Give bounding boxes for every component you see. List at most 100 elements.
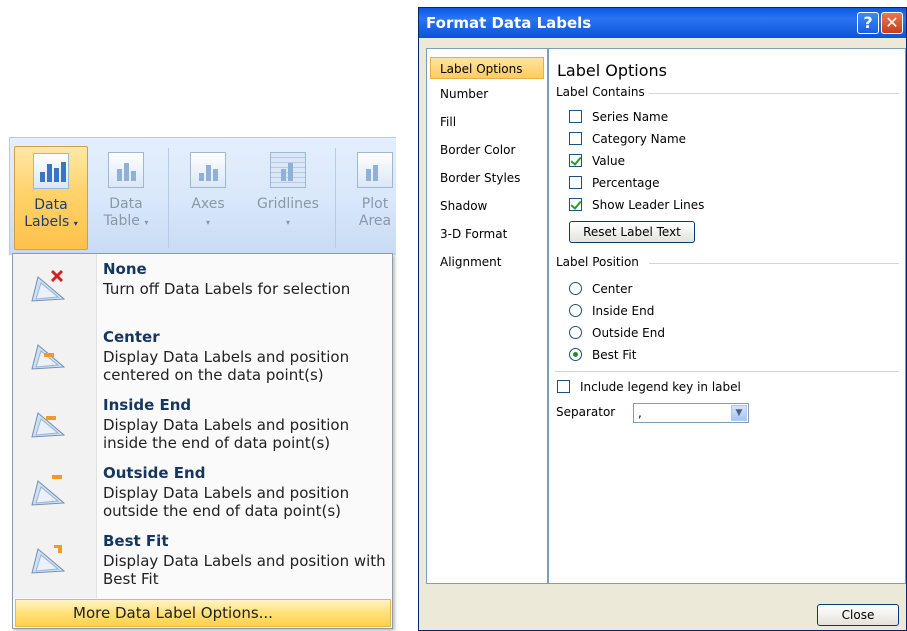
center-label-icon [31, 344, 66, 370]
radio-button[interactable] [569, 326, 582, 339]
position-best-fit-radio[interactable]: Best Fit [569, 347, 636, 365]
radio-label: Best Fit [592, 348, 637, 362]
data-labels-icon [33, 153, 69, 189]
data-table-label-1: Data [109, 196, 143, 212]
checkbox-box[interactable] [557, 380, 570, 393]
axes-button[interactable]: Axes ▾ [176, 146, 240, 250]
checkbox-label: Category Name [592, 132, 687, 146]
category-name-checkbox[interactable]: Category Name [569, 131, 686, 149]
group-divider [555, 371, 899, 372]
radio-label: Inside End [592, 304, 655, 318]
gridlines-label: Gridlines [257, 196, 319, 212]
plot-area-icon [357, 152, 393, 188]
close-icon[interactable]: ✕ [881, 12, 903, 34]
menu-item-description: Display Data Labels and position inside … [103, 416, 350, 452]
radio-label: Outside End [592, 326, 665, 340]
label-options-pane: Label Options Label Contains Series Name… [548, 48, 906, 584]
data-labels-menu: None Turn off Data Labels for selection … [12, 253, 393, 629]
checkbox-box[interactable] [569, 198, 582, 211]
group-divider [649, 263, 899, 264]
nav-item-alignment[interactable]: Alignment [430, 251, 544, 273]
pane-heading: Label Options [557, 61, 667, 80]
more-options-label: More Data Label Options... [73, 604, 273, 622]
menu-item-outside-end[interactable]: Outside End Display Data Labels and posi… [14, 461, 391, 529]
radio-button[interactable] [569, 348, 582, 361]
dropdown-arrow-icon: ▾ [144, 218, 149, 227]
menu-item-none[interactable]: None Turn off Data Labels for selection [14, 257, 391, 325]
menu-item-title: Center [103, 328, 160, 346]
help-icon[interactable]: ? [857, 12, 879, 34]
axes-icon [190, 152, 226, 188]
format-data-labels-dialog: Format Data Labels ? ✕ Label Options Num… [418, 7, 907, 631]
menu-item-description: Turn off Data Labels for selection [103, 280, 351, 298]
menu-item-description: Display Data Labels and position centere… [103, 348, 350, 384]
reset-label-text-button[interactable]: Reset Label Text [569, 221, 695, 243]
chevron-down-icon[interactable]: ▼ [731, 405, 747, 421]
label-position-heading: Label Position [556, 255, 639, 269]
more-data-label-options-item[interactable]: More Data Label Options... [15, 599, 391, 627]
position-inside-end-radio[interactable]: Inside End [569, 303, 654, 321]
checkbox-box[interactable] [569, 132, 582, 145]
percentage-checkbox[interactable]: Percentage [569, 175, 660, 193]
data-labels-label-1: Data [34, 197, 68, 213]
nav-item-fill[interactable]: Fill [430, 111, 544, 133]
axes-label: Axes [191, 196, 225, 212]
data-table-label-2: Table [103, 213, 140, 229]
menu-item-description: Display Data Labels and position outside… [103, 484, 350, 520]
chart-layout-ribbon: Data Labels ▾ Data Table ▾ Axes ▾ Gridli… [9, 137, 396, 255]
checkbox-label: Value [592, 154, 625, 168]
menu-item-title: None [103, 260, 147, 278]
checkbox-box[interactable] [569, 154, 582, 167]
menu-item-title: Inside End [103, 396, 192, 414]
inside-end-label-icon [31, 412, 66, 438]
checkbox-label: Show Leader Lines [592, 198, 705, 212]
label-contains-heading: Label Contains [556, 85, 645, 99]
series-name-checkbox[interactable]: Series Name [569, 109, 668, 127]
menu-item-best-fit[interactable]: Best Fit Display Data Labels and positio… [14, 529, 391, 597]
separator-select[interactable]: , ▼ [633, 403, 749, 423]
nav-item-border-styles[interactable]: Border Styles [430, 167, 544, 189]
nav-item-label-options[interactable]: Label Options [430, 57, 544, 79]
plot-area-button[interactable]: Plot Area [347, 146, 396, 250]
dialog-titlebar[interactable]: Format Data Labels ? ✕ [419, 8, 906, 38]
outside-end-label-icon [31, 475, 66, 506]
data-table-button[interactable]: Data Table ▾ [92, 146, 160, 250]
dropdown-arrow-icon: ▾ [205, 218, 210, 227]
plot-area-label-1: Plot [361, 196, 389, 212]
position-center-radio[interactable]: Center [569, 281, 632, 299]
show-leader-lines-checkbox[interactable]: Show Leader Lines [569, 197, 704, 215]
dropdown-arrow-icon: ▾ [73, 219, 78, 228]
gridlines-icon [270, 152, 306, 188]
position-outside-end-radio[interactable]: Outside End [569, 325, 665, 343]
gridlines-button[interactable]: Gridlines ▾ [248, 146, 328, 250]
menu-item-center[interactable]: Center Display Data Labels and position … [14, 325, 391, 393]
data-labels-button[interactable]: Data Labels ▾ [14, 146, 88, 250]
menu-item-description: Display Data Labels and position with Be… [103, 552, 386, 588]
nav-item-border-color[interactable]: Border Color [430, 139, 544, 161]
menu-item-title: Outside End [103, 464, 206, 482]
value-checkbox[interactable]: Value [569, 153, 625, 171]
best-fit-label-icon [31, 545, 66, 574]
radio-label: Center [592, 282, 633, 296]
checkbox-box[interactable] [569, 110, 582, 123]
menu-item-inside-end[interactable]: Inside End Display Data Labels and posit… [14, 393, 391, 461]
data-table-icon [108, 152, 144, 188]
close-button[interactable]: Close [817, 604, 899, 626]
checkbox-label: Series Name [592, 110, 669, 124]
plot-area-label-2: Area [358, 213, 392, 229]
radio-button[interactable] [569, 282, 582, 295]
include-legend-key-checkbox[interactable]: Include legend key in label [557, 379, 741, 397]
separator-value: , [638, 406, 642, 420]
checkbox-box[interactable] [569, 176, 582, 189]
checkbox-label: Percentage [592, 176, 660, 190]
nav-item-3d-format[interactable]: 3-D Format [430, 223, 544, 245]
ribbon-divider [168, 148, 169, 248]
group-divider [649, 93, 899, 94]
dialog-title: Format Data Labels [426, 14, 592, 32]
ribbon-divider [335, 148, 336, 248]
radio-button[interactable] [569, 304, 582, 317]
dropdown-arrow-icon: ▾ [285, 218, 290, 227]
nav-item-shadow[interactable]: Shadow [430, 195, 544, 217]
checkbox-label: Include legend key in label [580, 380, 741, 394]
nav-item-number[interactable]: Number [430, 83, 544, 105]
